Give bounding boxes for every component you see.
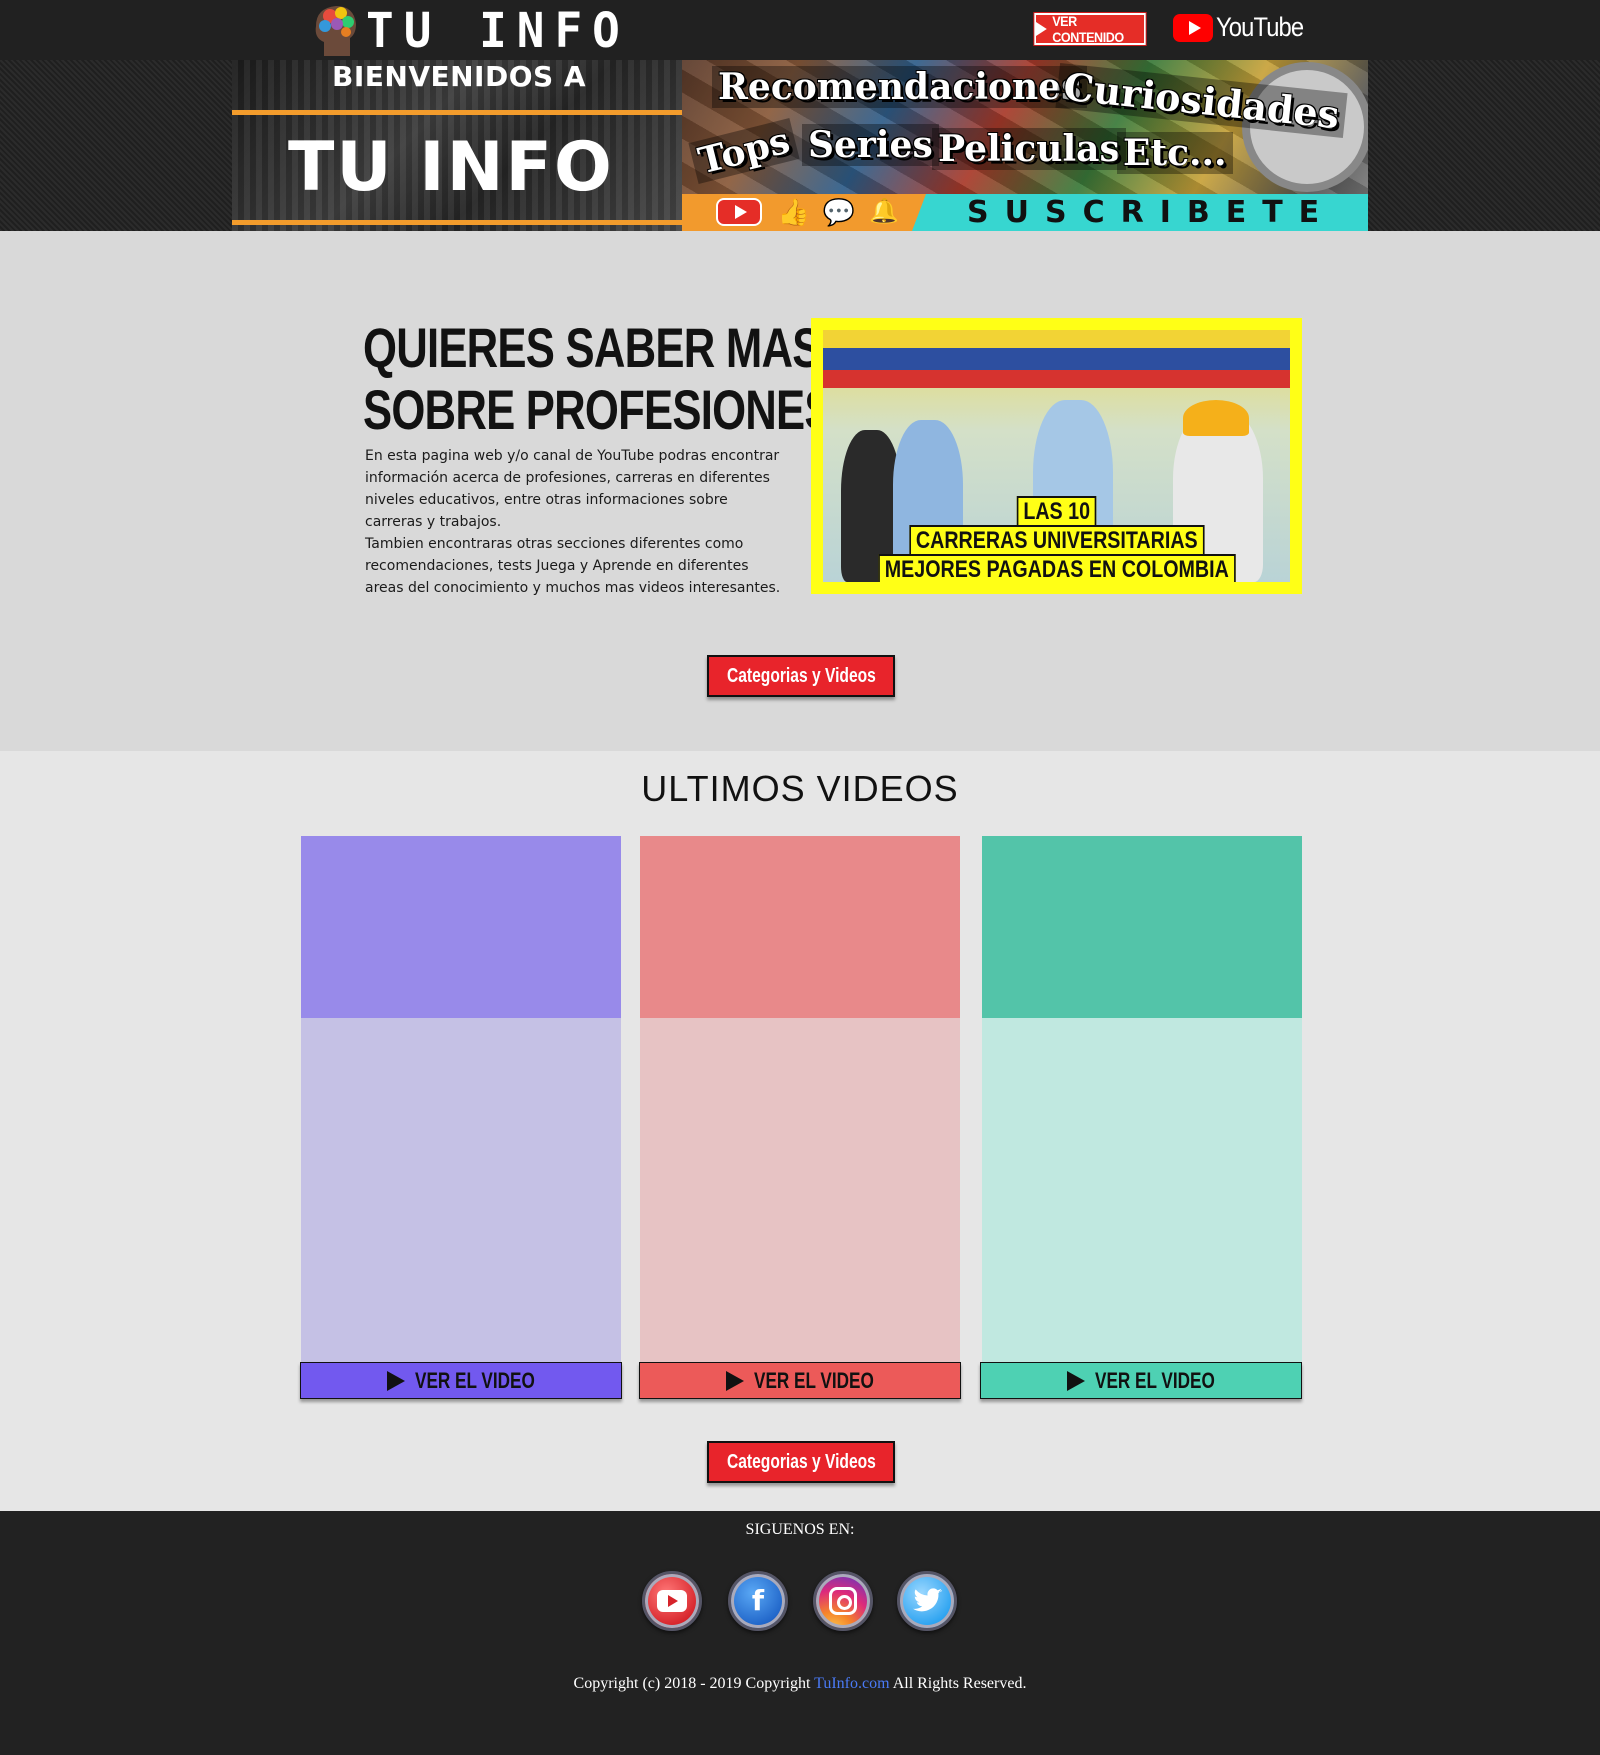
copyright-prefix: Copyright (c) 2018 - 2019 Copyright	[573, 1675, 811, 1692]
youtube-link[interactable]: YouTube	[1173, 12, 1315, 43]
banner-keyword: Peliculas	[932, 128, 1126, 170]
bell-icon: 🔔	[869, 198, 899, 225]
logo-text: TU INFO	[366, 1, 630, 59]
play-icon	[726, 1370, 744, 1391]
footer: SIGUENOS EN: f Copyright (c) 2018 - 2019…	[0, 1511, 1600, 1755]
youtube-label: YouTube	[1216, 12, 1304, 42]
copyright-suffix: All Rights Reserved.	[892, 1675, 1027, 1692]
banner-keyword: Recomendaciones	[712, 66, 1088, 108]
hard-hat-icon	[1183, 400, 1249, 436]
instagram-icon[interactable]	[813, 1571, 873, 1631]
video-card-body	[301, 1018, 621, 1363]
divider	[232, 220, 682, 225]
twitter-icon[interactable]	[897, 1571, 957, 1631]
video-card-header	[640, 836, 960, 1018]
youtube-icon[interactable]	[642, 1571, 702, 1631]
cta-label: Categorias y Videos	[726, 1450, 876, 1473]
brain-head-icon	[310, 2, 360, 58]
video-card-body	[640, 1018, 960, 1363]
banner-welcome-panel: BIENVENIDOS A TU INFO	[232, 60, 702, 231]
play-icon	[1067, 1370, 1085, 1391]
hero-paragraph: Tambien encontraras otras secciones dife…	[365, 536, 781, 596]
thumbnail-caption: LAS 10	[1016, 496, 1097, 528]
copyright-text: Copyright (c) 2018 - 2019 Copyright TuIn…	[0, 1675, 1600, 1693]
banner-welcome-text: BIENVENIDOS A	[332, 60, 587, 93]
ver-contenido-button[interactable]: VER CONTENIDO	[1033, 12, 1147, 46]
subscribe-bar: 👍 💬 🔔 SUSCRIBETE	[682, 194, 1368, 231]
facebook-icon[interactable]: f	[728, 1571, 788, 1631]
latest-videos-title: ULTIMOS VIDEOS	[641, 768, 959, 809]
featured-video-thumbnail[interactable]: LAS 10 CARRERAS UNIVERSITARIAS MEJORES P…	[811, 318, 1302, 594]
video-card-header	[982, 836, 1302, 1018]
youtube-logo-icon	[1173, 13, 1213, 42]
thumbs-up-icon: 👍	[777, 197, 811, 227]
ver-video-button[interactable]: VER EL VIDEO	[300, 1362, 622, 1399]
banner-keyword: Series	[802, 124, 939, 166]
play-icon	[1036, 22, 1047, 36]
video-card[interactable]	[640, 836, 960, 1363]
categorias-videos-button[interactable]: Categorias y Videos	[707, 1441, 895, 1483]
ver-video-button[interactable]: VER EL VIDEO	[639, 1362, 961, 1399]
banner-brand-text: TU INFO	[288, 128, 614, 207]
cta-label: Categorias y Videos	[726, 664, 876, 687]
divider	[232, 110, 682, 115]
hero-title: QUIERES SABER MAS SOBRE PROFESIONES	[363, 316, 834, 441]
ver-contenido-label: VER CONTENIDO	[1052, 13, 1124, 45]
hero-description: En esta pagina web y/o canal de YouTube …	[365, 445, 785, 599]
video-card[interactable]	[982, 836, 1302, 1363]
hero-title-line: SOBRE PROFESIONES	[363, 378, 834, 441]
video-card-body	[982, 1018, 1302, 1363]
subscribe-text: SUSCRIBETE	[967, 195, 1336, 230]
follow-label: SIGUENOS EN:	[745, 1521, 855, 1538]
top-nav-bar: TU INFO VER CONTENIDO YouTube	[0, 0, 1600, 60]
comment-icon: 💬	[822, 197, 856, 227]
ver-video-button[interactable]: VER EL VIDEO	[980, 1362, 1302, 1399]
categorias-videos-button[interactable]: Categorias y Videos	[707, 655, 895, 697]
hero-title-line: QUIERES SABER MAS	[363, 316, 821, 379]
site-logo[interactable]: TU INFO	[310, 2, 630, 58]
video-card-header	[301, 836, 621, 1018]
site-link[interactable]: TuInfo.com	[814, 1675, 889, 1692]
ver-video-label: VER EL VIDEO	[754, 1367, 874, 1393]
video-card[interactable]	[301, 836, 621, 1363]
ver-video-label: VER EL VIDEO	[415, 1367, 535, 1393]
ver-video-label: VER EL VIDEO	[1095, 1367, 1215, 1393]
hero-paragraph: En esta pagina web y/o canal de YouTube …	[365, 448, 780, 530]
banner-keyword: Etc...	[1117, 132, 1233, 174]
play-icon	[387, 1370, 405, 1391]
youtube-icon	[716, 198, 762, 226]
banner-collage: Recomendaciones Curiosidades Tops Series…	[682, 60, 1368, 231]
thumbnail-caption: MEJORES PAGADAS EN COLOMBIA	[877, 554, 1236, 582]
channel-banner: BIENVENIDOS A TU INFO Recomendaciones Cu…	[232, 60, 1368, 231]
thumbnail-caption: CARRERAS UNIVERSITARIAS	[909, 525, 1204, 557]
